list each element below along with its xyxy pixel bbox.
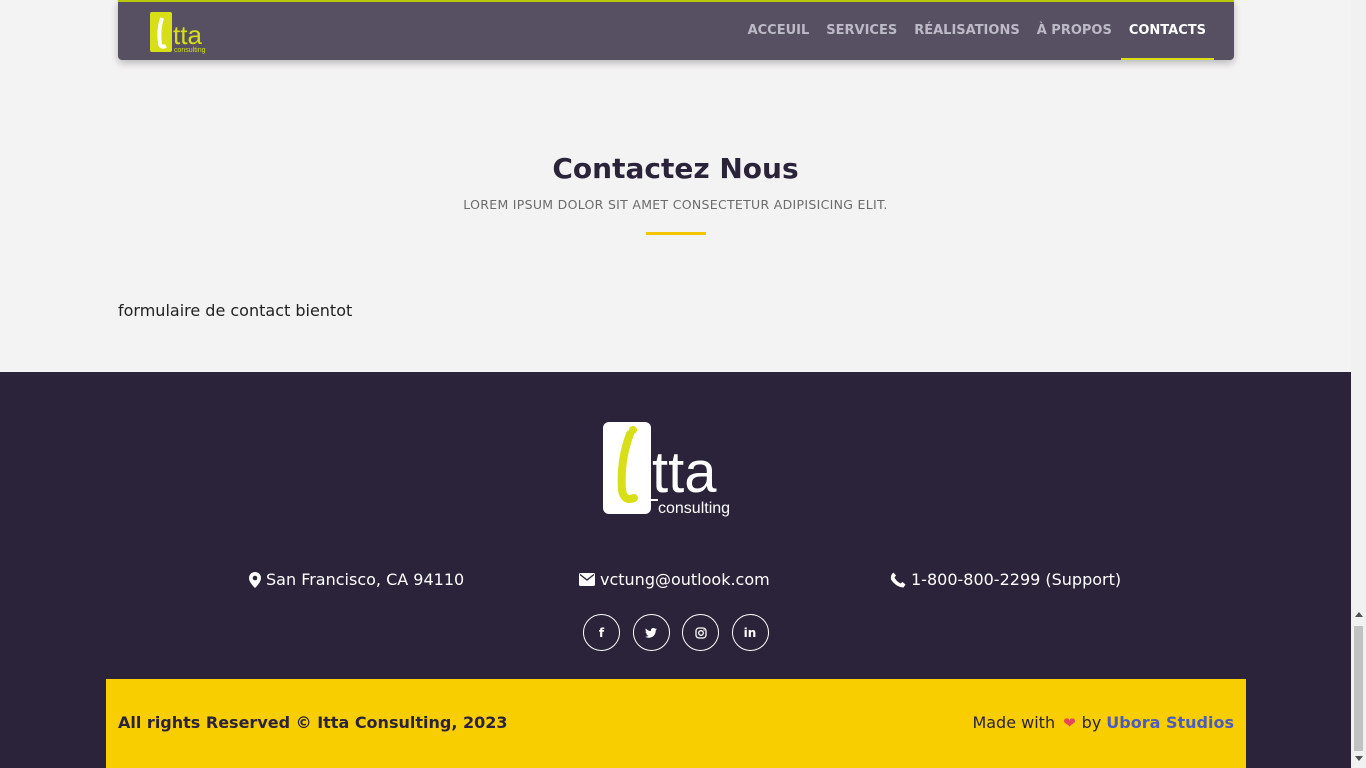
nav-item-services[interactable]: SERVICES	[826, 2, 897, 60]
nav-menu: ACCEUIL SERVICES RÉALISATIONS À PROPOS C…	[731, 2, 1215, 60]
linkedin-icon[interactable]: in	[731, 614, 769, 651]
copyright-text: All rights Reserved © Itta Consulting, 2…	[118, 713, 508, 732]
footer: tta consulting San Francisco, CA 94110 v…	[0, 372, 1351, 768]
address-text: San Francisco, CA 94110	[266, 570, 465, 589]
page-scrollbar[interactable]	[1351, 0, 1366, 768]
social-links: f in	[583, 614, 781, 651]
svg-text:consulting: consulting	[658, 500, 730, 517]
brand-logo[interactable]: tta consulting	[148, 10, 218, 54]
nav-item-realisations[interactable]: RÉALISATIONS	[914, 2, 1020, 60]
by-label: by	[1081, 713, 1102, 732]
twitter-icon[interactable]	[632, 614, 670, 651]
page: tta consulting ACCEUIL SERVICES RÉALISAT…	[0, 0, 1366, 768]
nav-item-a-propos[interactable]: À PROPOS	[1037, 2, 1112, 60]
email-text[interactable]: vctung@outlook.com	[600, 570, 770, 589]
facebook-icon[interactable]: f	[583, 614, 620, 651]
navbar: tta consulting ACCEUIL SERVICES RÉALISAT…	[118, 0, 1234, 60]
nav-item-contacts[interactable]: CONTACTS	[1120, 2, 1215, 60]
title-underline	[646, 232, 706, 235]
footer-phone[interactable]: 1-800-800-2299 (Support)	[890, 570, 1121, 589]
studio-link[interactable]: Ubora Studios	[1106, 713, 1234, 732]
phone-icon	[890, 572, 906, 587]
instagram-icon[interactable]	[682, 614, 719, 651]
svg-text:tta: tta	[173, 20, 202, 50]
footer-logo[interactable]: tta consulting	[600, 420, 752, 520]
footer-email[interactable]: vctung@outlook.com	[579, 570, 770, 589]
made-with-label: Made with	[972, 713, 1056, 732]
scroll-down-arrow-icon[interactable]	[1355, 756, 1363, 761]
section-subtitle: LOREM IPSUM DOLOR SIT AMET CONSECTETUR A…	[463, 197, 888, 212]
map-marker-icon	[249, 571, 261, 588]
section-title: Contactez Nous	[552, 152, 799, 185]
envelope-icon	[579, 573, 595, 586]
svg-text:consulting: consulting	[174, 47, 206, 54]
footer-address: San Francisco, CA 94110	[249, 570, 464, 589]
svg-text:tta: tta	[652, 440, 717, 505]
scroll-up-arrow-icon[interactable]	[1355, 612, 1363, 617]
heart-icon: ❤	[1063, 713, 1076, 732]
scrollbar-thumb[interactable]	[1354, 626, 1363, 751]
made-with: Made with ❤ by Ubora Studios	[972, 713, 1234, 732]
copyright-bar: All rights Reserved © Itta Consulting, 2…	[106, 679, 1246, 768]
nav-item-acceuil[interactable]: ACCEUIL	[748, 2, 810, 60]
phone-text[interactable]: 1-800-800-2299 (Support)	[911, 570, 1121, 589]
contact-form-placeholder: formulaire de contact bientot	[118, 301, 353, 320]
